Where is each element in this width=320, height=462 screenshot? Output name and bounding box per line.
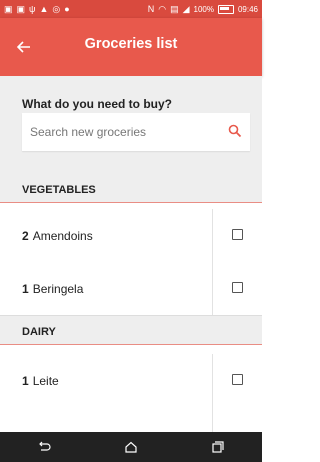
item-text: 1 Leite xyxy=(22,374,59,388)
wifi-icon: ◠ xyxy=(158,3,167,14)
section-title: VEGETABLES xyxy=(22,184,96,196)
list-item[interactable]: 1 Leite xyxy=(0,354,262,408)
home-icon xyxy=(125,441,137,453)
nav-recents-button[interactable] xyxy=(198,432,238,462)
item-name: Leite xyxy=(32,374,59,388)
nav-back-button[interactable] xyxy=(24,432,64,462)
system-nav-bar xyxy=(0,432,262,462)
list-item[interactable]: 1 Beringela xyxy=(0,262,262,316)
item-quantity: 2 xyxy=(22,229,29,243)
nfc-icon: N xyxy=(147,3,155,14)
section-header-vegetables: VEGETABLES xyxy=(0,174,262,203)
item-quantity: 1 xyxy=(22,282,29,296)
section-header-dairy: DAIRY xyxy=(0,316,262,345)
notification-icons: ▣ ▣ ψ ▲ ◎ ● xyxy=(4,3,70,14)
usb-icon: ψ xyxy=(29,3,36,14)
app-bar: Groceries list xyxy=(0,18,262,76)
search-label: What do you need to buy? xyxy=(22,97,172,111)
clock: 09:46 xyxy=(237,4,258,14)
page-title: Groceries list xyxy=(84,36,178,52)
nav-home-button[interactable] xyxy=(111,432,151,462)
divider xyxy=(212,262,213,315)
battery-percent: 100% xyxy=(193,4,214,14)
battery-icon xyxy=(217,4,234,14)
recents-icon xyxy=(212,441,224,453)
item-quantity: 1 xyxy=(22,374,29,388)
item-checkbox[interactable] xyxy=(232,229,243,240)
item-checkbox[interactable] xyxy=(232,374,243,385)
item-text: 1 Beringela xyxy=(22,282,83,296)
divider xyxy=(212,354,213,407)
divider xyxy=(212,209,213,262)
image-icon: ▣ xyxy=(4,3,13,14)
search-section: What do you need to buy? xyxy=(0,76,262,174)
signal-icon: ◢ xyxy=(182,3,190,14)
sim-icon: ▤ xyxy=(170,3,179,14)
location-icon: ● xyxy=(64,3,70,14)
item-checkbox[interactable] xyxy=(232,282,243,293)
search-input[interactable] xyxy=(22,113,212,151)
system-icons: N ◠ ▤ ◢ 100% 09:46 xyxy=(147,3,258,14)
whatsapp-icon: ◎ xyxy=(52,3,61,14)
item-name: Amendoins xyxy=(32,229,93,243)
status-bar: ▣ ▣ ψ ▲ ◎ ● N ◠ ▤ ◢ 100% 09:46 xyxy=(0,0,262,18)
item-text: 2 Amendoins xyxy=(22,229,93,243)
alert-icon: ▲ xyxy=(39,3,49,14)
search-box xyxy=(22,113,250,151)
section-title: DAIRY xyxy=(22,326,56,338)
image-icon: ▣ xyxy=(16,3,26,14)
list-item[interactable]: 2 Amendoins xyxy=(0,209,262,263)
back-icon xyxy=(38,441,51,451)
search-icon[interactable] xyxy=(228,124,242,138)
item-name: Beringela xyxy=(32,282,84,296)
